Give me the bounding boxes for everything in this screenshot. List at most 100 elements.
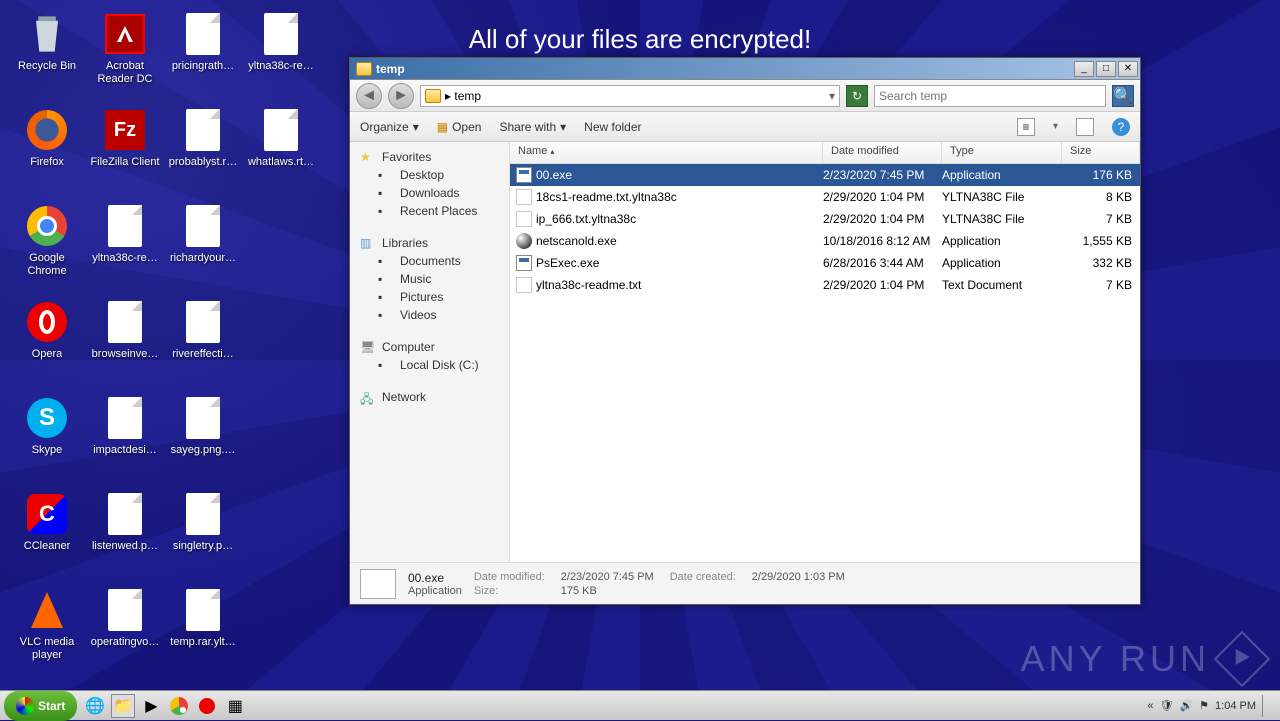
desktop-icon[interactable]: operatingvo… xyxy=(86,584,164,680)
col-type[interactable]: Type xyxy=(942,142,1062,163)
sidebar-item[interactable]: ▪Videos xyxy=(350,306,509,324)
desktop-icon[interactable]: Firefox xyxy=(8,104,86,200)
share-with-button[interactable]: Share with ▾ xyxy=(499,120,566,134)
computer-group[interactable]: 🖥Computer xyxy=(350,338,509,356)
search-input[interactable] xyxy=(879,89,1101,103)
show-desktop[interactable] xyxy=(1262,695,1274,717)
desktop-icons-grid: Recycle BinAcrobat Reader DCpricingrath…… xyxy=(8,8,320,680)
tray-flag-icon[interactable]: ⚑ xyxy=(1199,699,1209,712)
file-type: YLTNA38C File xyxy=(942,212,1062,226)
desktop-icon[interactable]: richardyour… xyxy=(164,200,242,296)
desktop-icon[interactable]: CCCleaner xyxy=(8,488,86,584)
details-thumb xyxy=(360,569,396,599)
sidebar-item[interactable]: ▪Downloads xyxy=(350,184,509,202)
maximize-button[interactable]: □ xyxy=(1096,61,1116,77)
search-box[interactable] xyxy=(874,85,1106,107)
desktop-icon[interactable]: SSkype xyxy=(8,392,86,488)
taskbar-media-icon[interactable]: ▶ xyxy=(139,694,163,718)
titlebar[interactable]: temp _ □ ✕ xyxy=(350,58,1140,80)
network-icon: 🖧 xyxy=(360,390,376,404)
file-name: ip_666.txt.yltna38c xyxy=(536,212,636,226)
address-bar[interactable]: ▸ temp ▾ xyxy=(420,85,840,107)
desktop-icon-label: Firefox xyxy=(30,156,64,169)
tray-clock[interactable]: 1:04 PM xyxy=(1215,700,1256,712)
desktop-icon[interactable]: VLC media player xyxy=(8,584,86,680)
tray-volume-icon[interactable]: 🔊 xyxy=(1179,699,1193,712)
forward-button[interactable]: ► xyxy=(388,83,414,109)
file-icon xyxy=(516,211,532,227)
desktop-icon[interactable]: listenwed.p… xyxy=(86,488,164,584)
file-row[interactable]: ip_666.txt.yltna38c2/29/2020 1:04 PMYLTN… xyxy=(510,208,1140,230)
desktop-icon[interactable]: Acrobat Reader DC xyxy=(86,8,164,104)
new-folder-button[interactable]: New folder xyxy=(584,120,641,134)
path-text: temp xyxy=(454,89,481,103)
favorites-group[interactable]: ★Favorites xyxy=(350,148,509,166)
file-row[interactable]: 18cs1-readme.txt.yltna38c2/29/2020 1:04 … xyxy=(510,186,1140,208)
system-tray[interactable]: « 🛡 🔊 ⚑ 1:04 PM xyxy=(1141,695,1280,717)
libraries-group[interactable]: ▥Libraries xyxy=(350,234,509,252)
view-options-button[interactable]: ≡ xyxy=(1017,118,1035,136)
organize-button[interactable]: Organize ▾ xyxy=(360,120,419,134)
sidebar-item[interactable]: ▪Desktop xyxy=(350,166,509,184)
dropdown-icon[interactable]: ▾ xyxy=(829,89,835,103)
back-button[interactable]: ◄ xyxy=(356,83,382,109)
desktop-icon[interactable]: FzFileZilla Client xyxy=(86,104,164,200)
desktop-icon[interactable]: sayeg.png.… xyxy=(164,392,242,488)
sidebar-item[interactable]: ▪Local Disk (C:) xyxy=(350,356,509,374)
preview-pane-button[interactable] xyxy=(1076,118,1094,136)
desktop-icon[interactable]: rivereffecti… xyxy=(164,296,242,392)
file-row[interactable]: PsExec.exe6/28/2016 3:44 AMApplication33… xyxy=(510,252,1140,274)
view-dropdown-icon[interactable]: ▾ xyxy=(1053,121,1058,132)
item-icon: ▪ xyxy=(378,358,394,372)
desktop-icon[interactable]: pricingrath… xyxy=(164,8,242,104)
desktop-icon[interactable]: temp.rar.ylt… xyxy=(164,584,242,680)
sidebar-item[interactable]: ▪Music xyxy=(350,270,509,288)
file-row[interactable]: netscanold.exe10/18/2016 8:12 AMApplicat… xyxy=(510,230,1140,252)
file-name: netscanold.exe xyxy=(536,234,617,248)
desktop-icon[interactable]: singletry.p… xyxy=(164,488,242,584)
desktop-icon[interactable]: Recycle Bin xyxy=(8,8,86,104)
help-button[interactable]: ? xyxy=(1112,118,1130,136)
file-row[interactable]: 00.exe2/23/2020 7:45 PMApplication176 KB xyxy=(510,164,1140,186)
desktop-icon[interactable]: Google Chrome xyxy=(8,200,86,296)
desktop-icon[interactable]: Opera xyxy=(8,296,86,392)
desktop-icon[interactable]: yltna38c-re… xyxy=(86,200,164,296)
desktop-icon[interactable]: yltna38c-re… xyxy=(242,8,320,104)
item-icon: ▪ xyxy=(378,168,394,182)
file-row[interactable]: yltna38c-readme.txt2/29/2020 1:04 PMText… xyxy=(510,274,1140,296)
sidebar-item[interactable]: ▪Pictures xyxy=(350,288,509,306)
taskbar-ie-icon[interactable]: 🌐 xyxy=(83,694,107,718)
taskbar-app-icon[interactable]: ▦ xyxy=(223,694,247,718)
file-icon xyxy=(103,204,147,248)
toolbar: Organize ▾ ▦ Open Share with ▾ New folde… xyxy=(350,112,1140,142)
file-size: 332 KB xyxy=(1062,256,1140,270)
taskbar-opera-icon[interactable] xyxy=(195,694,219,718)
computer-icon: 🖥 xyxy=(360,340,376,354)
tray-chevron-icon[interactable]: « xyxy=(1147,700,1153,712)
taskbar-chrome-icon[interactable] xyxy=(167,694,191,718)
col-date[interactable]: Date modified xyxy=(823,142,942,163)
desktop-icon[interactable]: impactdesi… xyxy=(86,392,164,488)
desktop-icon[interactable]: probablyst.r… xyxy=(164,104,242,200)
file-date: 2/29/2020 1:04 PM xyxy=(823,278,942,292)
tray-shield-icon[interactable]: 🛡 xyxy=(1159,699,1173,712)
desktop-icon[interactable]: whatlaws.rt… xyxy=(242,104,320,200)
col-name[interactable]: Name ▴ xyxy=(510,142,823,163)
dc-label: Date created: xyxy=(670,571,736,583)
sidebar-item[interactable]: ▪Recent Places xyxy=(350,202,509,220)
close-button[interactable]: ✕ xyxy=(1118,61,1138,77)
start-button[interactable]: Start xyxy=(4,691,77,721)
network-group[interactable]: 🖧Network xyxy=(350,388,509,406)
taskbar-explorer-icon[interactable]: 📁 xyxy=(111,694,135,718)
filezilla-icon: Fz xyxy=(103,108,147,152)
sidebar-item[interactable]: ▪Documents xyxy=(350,252,509,270)
refresh-button[interactable]: ↻ xyxy=(846,85,868,107)
search-button[interactable]: 🔍 xyxy=(1112,85,1134,107)
open-button[interactable]: ▦ Open xyxy=(437,120,482,134)
desktop-icon[interactable]: browseinve… xyxy=(86,296,164,392)
col-size[interactable]: Size xyxy=(1062,142,1140,163)
file-date: 2/23/2020 7:45 PM xyxy=(823,168,942,182)
minimize-button[interactable]: _ xyxy=(1074,61,1094,77)
nav-bar: ◄ ► ▸ temp ▾ ↻ 🔍 xyxy=(350,80,1140,112)
file-name: 00.exe xyxy=(536,168,572,182)
